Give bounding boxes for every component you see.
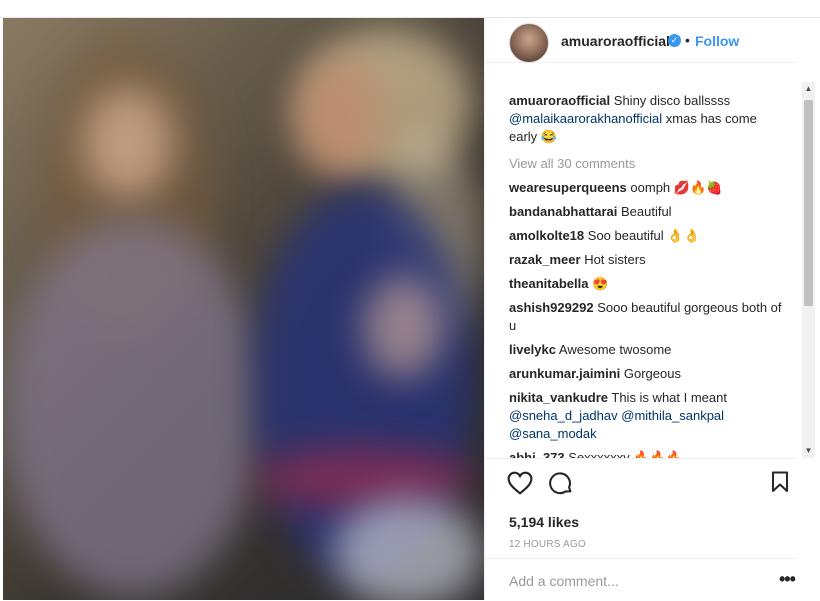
comment-username[interactable]: arunkumar.jaimini	[509, 366, 620, 381]
scroll-up-arrow-icon[interactable]: ▲	[802, 82, 815, 96]
comment-item: abhi_373 Sexxxxxxy 🔥🔥🔥	[509, 449, 784, 458]
comment-item: bandanabhattarai Beautiful	[509, 203, 784, 221]
comment-item: arunkumar.jaimini Gorgeous	[509, 365, 784, 383]
comment-text: Hot sisters	[584, 252, 646, 267]
comment-item: theanitabella 😍	[509, 275, 784, 293]
comment-emoji: 👌👌	[667, 228, 700, 243]
scrollbar-thumb[interactable]	[804, 100, 813, 306]
laughing-emoji-icon: 😂	[540, 129, 557, 144]
caption-text: Shiny disco ballssss	[613, 93, 731, 108]
more-options-icon[interactable]: •••	[779, 569, 796, 590]
comment-username[interactable]: abhi_373	[509, 450, 565, 458]
comment-item: wearesuperqueens oomph 💋🔥🍓	[509, 179, 784, 197]
comment-text: This is what I meant	[611, 390, 727, 405]
comment-username[interactable]: razak_meer	[509, 252, 581, 267]
comment-text: Beautiful	[620, 204, 672, 219]
post-timestamp[interactable]: 12 HOURS AGO	[509, 539, 586, 550]
add-comment-input[interactable]: Add a comment...	[509, 573, 619, 589]
comment-icon[interactable]	[549, 471, 574, 501]
comment-text: Sexxxxxxy	[568, 450, 630, 458]
comment-username[interactable]: wearesuperqueens	[509, 180, 627, 195]
comment-mention[interactable]: @mithila_sankpal	[621, 408, 724, 423]
scroll-down-arrow-icon[interactable]: ▼	[802, 444, 815, 458]
follow-button[interactable]: Follow	[695, 33, 739, 49]
comment-item: nikita_vankudre This is what I meant @sn…	[509, 389, 784, 443]
post-header: amuaroraofficial ✓ • Follow	[485, 18, 797, 63]
comment-emoji: 💋🔥🍓	[673, 180, 723, 195]
view-all-comments-link[interactable]: View all 30 comments	[509, 155, 784, 173]
comment-username[interactable]: nikita_vankudre	[509, 390, 608, 405]
post-sidebar: amuaroraofficial ✓ • Follow amuaroraoffi…	[484, 18, 797, 600]
caption-username[interactable]: amuaroraofficial	[509, 93, 610, 108]
comment-username[interactable]: amolkolte18	[509, 228, 584, 243]
comment-username[interactable]: livelykc	[509, 342, 556, 357]
top-strip	[0, 0, 820, 18]
post-actions: 5,194 likes 12 HOURS AGO	[485, 458, 797, 559]
comments-list[interactable]: amuaroraofficial Shiny disco ballssss @m…	[485, 82, 797, 458]
avatar[interactable]	[509, 23, 549, 63]
caption: amuaroraofficial Shiny disco ballssss @m…	[509, 92, 784, 146]
comment-mention[interactable]: @sneha_d_jadhav	[509, 408, 618, 423]
comment-item: livelykc Awesome twosome	[509, 341, 784, 359]
comment-emoji: 🔥🔥🔥	[633, 450, 682, 458]
comment-text: Awesome twosome	[558, 342, 672, 357]
header-username[interactable]: amuaroraofficial	[561, 33, 670, 49]
comment-text: Gorgeous	[623, 366, 681, 381]
add-comment-bar: Add a comment... •••	[485, 558, 797, 601]
comment-username[interactable]: bandanabhattarai	[509, 204, 617, 219]
verified-check-icon: ✓	[668, 34, 681, 47]
caption-mention[interactable]: @malaikaarorakhanofficial	[509, 111, 662, 126]
comment-emoji: 😍	[592, 276, 609, 291]
comment-username[interactable]: theanitabella	[509, 276, 588, 291]
heart-icon[interactable]	[507, 471, 533, 500]
comment-item: razak_meer Hot sisters	[509, 251, 784, 269]
likes-count[interactable]: 5,194 likes	[509, 514, 579, 530]
post-container: amuaroraofficial ✓ • Follow amuaroraoffi…	[0, 18, 820, 600]
comments-scrollbar[interactable]: ▲ ▼	[802, 82, 815, 458]
comment-text: Soo beautiful	[587, 228, 664, 243]
comment-item: amolkolte18 Soo beautiful 👌👌	[509, 227, 784, 245]
comment-item: ashish929292 Sooo beautiful gorgeous bot…	[509, 299, 784, 335]
comment-mention[interactable]: @sana_modak	[509, 426, 597, 441]
comment-text: oomph	[630, 180, 671, 195]
header-separator: •	[685, 32, 690, 48]
bookmark-icon[interactable]	[771, 471, 789, 498]
post-photo[interactable]	[3, 18, 484, 600]
comment-username[interactable]: ashish929292	[509, 300, 594, 315]
